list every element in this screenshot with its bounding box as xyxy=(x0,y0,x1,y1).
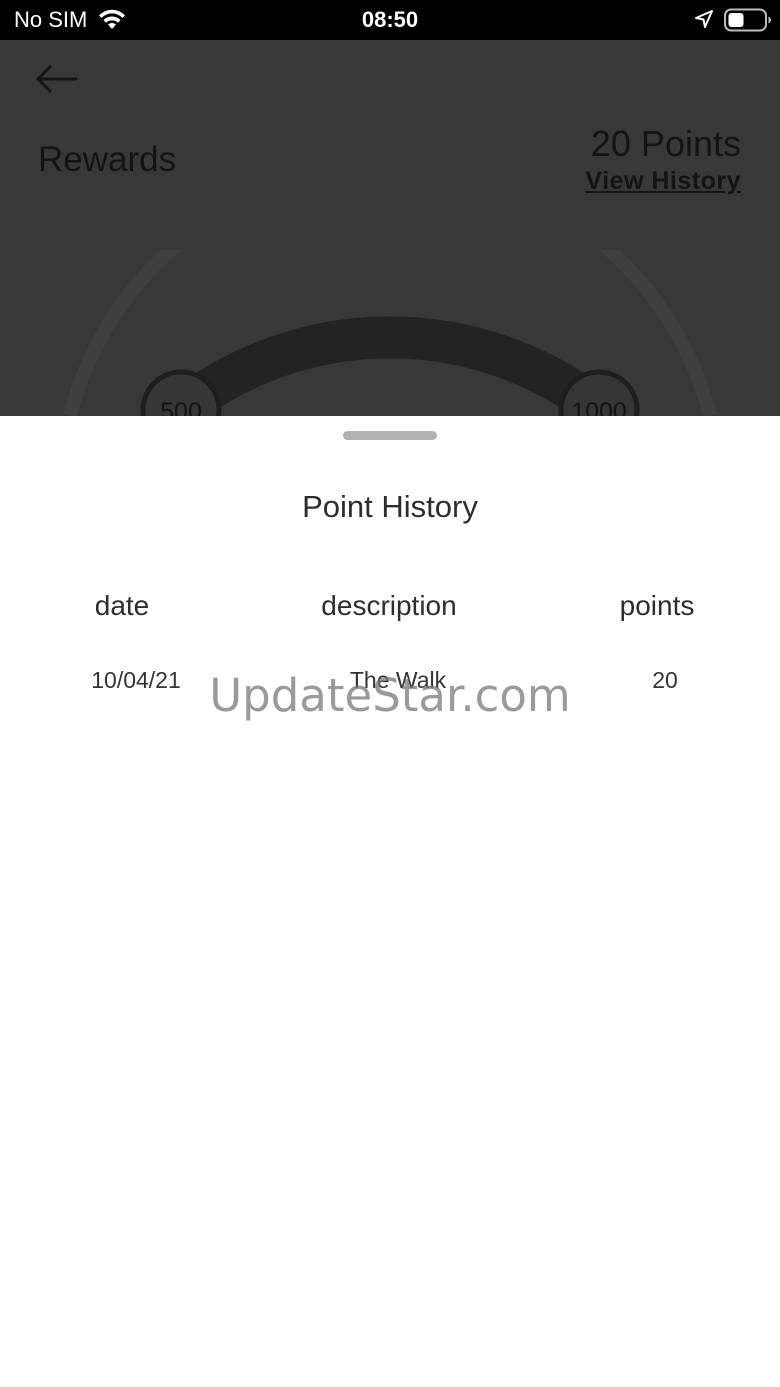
milestone-1000-label: 1000 xyxy=(571,398,627,416)
clock: 08:50 xyxy=(361,7,419,32)
location-arrow-icon xyxy=(695,10,713,28)
sheet-grabber-handle[interactable] xyxy=(343,431,437,440)
battery-icon xyxy=(724,8,771,32)
gauge-arc xyxy=(167,316,613,416)
back-arrow-icon[interactable] xyxy=(34,62,80,96)
rewards-gauge: 500 1000 xyxy=(63,250,717,416)
view-history-link[interactable]: View History xyxy=(585,166,741,196)
row-date: 10/04/21 xyxy=(91,667,181,693)
sheet-title: Point History xyxy=(302,489,478,524)
point-history-sheet: Point History date description points 10… xyxy=(0,416,780,1387)
rewards-page-dimmed[interactable]: No SIM 08:50 Rewards 20 Points View Hist… xyxy=(0,0,780,416)
row-points: 20 xyxy=(652,667,678,693)
table-header: date description points xyxy=(0,588,780,628)
column-header-date: date xyxy=(94,590,150,621)
status-bar: No SIM 08:50 xyxy=(0,0,780,40)
column-header-description: description xyxy=(321,590,457,621)
history-table: date description points 10/04/21 The Wal… xyxy=(0,588,780,700)
points-total: 20 Points xyxy=(590,123,741,164)
screen: No SIM 08:50 Rewards 20 Points View Hist… xyxy=(0,0,780,1387)
table-row: 10/04/21 The Walk 20 xyxy=(0,660,780,700)
column-header-points: points xyxy=(619,590,695,621)
row-description: The Walk xyxy=(349,667,447,693)
page-title: Rewards xyxy=(38,140,177,179)
milestone-500-label: 500 xyxy=(160,398,202,416)
